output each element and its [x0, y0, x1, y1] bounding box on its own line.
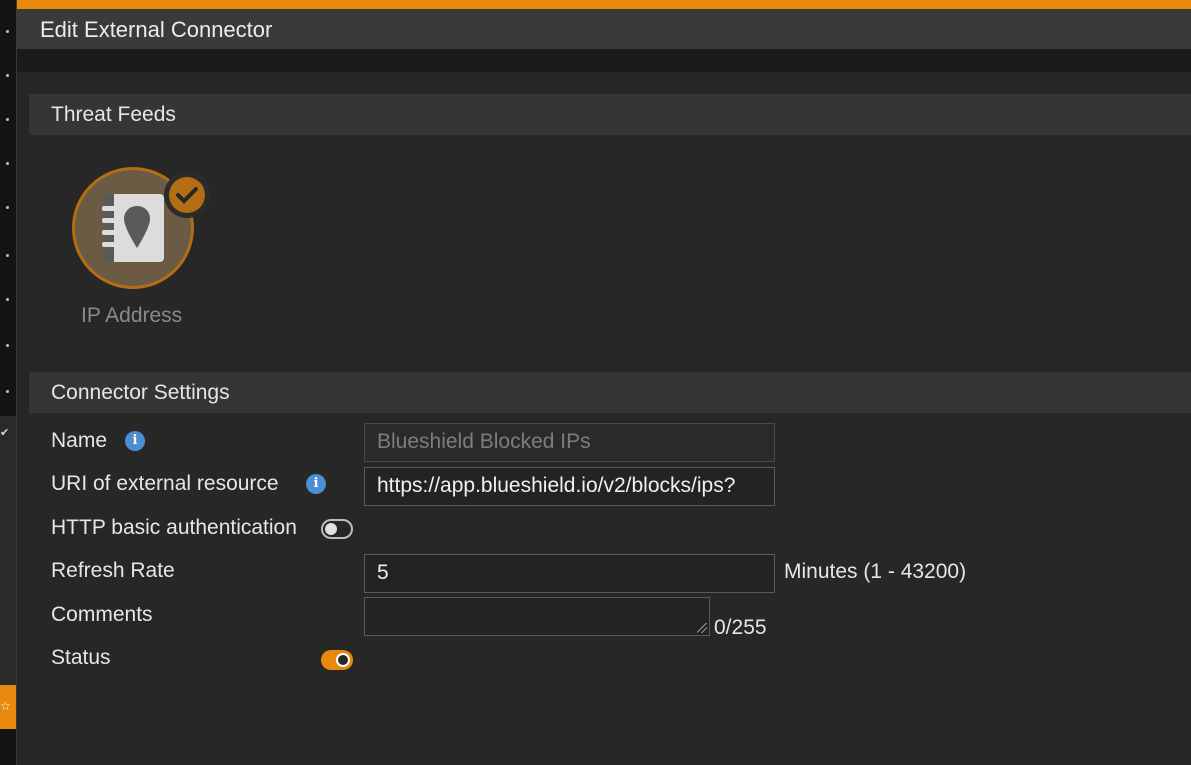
comments-textarea[interactable]	[364, 597, 710, 636]
section-title: Connector Settings	[51, 381, 230, 404]
uri-label: URI of external resource	[51, 472, 279, 495]
feed-label: IP Address	[81, 304, 183, 327]
nav-dot[interactable]	[6, 74, 9, 77]
dialog-title: Edit External Connector	[40, 17, 273, 42]
http-auth-toggle[interactable]	[321, 519, 353, 539]
comments-counter: 0/255	[714, 616, 767, 639]
nav-dot[interactable]	[6, 390, 9, 393]
title-separator	[17, 49, 1191, 72]
nav-dot[interactable]	[6, 344, 9, 347]
nav-active-tab[interactable]: ☆	[0, 685, 16, 729]
dialog-body	[29, 72, 1191, 765]
resize-grip-icon[interactable]	[697, 623, 707, 633]
nav-selected-area	[0, 416, 16, 686]
info-icon[interactable]: i	[306, 474, 326, 494]
threat-feeds-header: Threat Feeds	[29, 94, 1191, 135]
connector-settings-header: Connector Settings	[29, 372, 1191, 413]
comments-label: Comments	[51, 603, 153, 626]
nav-dot[interactable]	[6, 30, 9, 33]
section-title: Threat Feeds	[51, 103, 176, 126]
star-icon: ☆	[0, 699, 11, 713]
address-book-location-icon	[102, 194, 164, 262]
check-icon: ✔	[0, 427, 10, 439]
left-nav-strip: ✔ ☆	[0, 0, 16, 765]
refresh-rate-field[interactable]: 5	[364, 554, 775, 593]
nav-dot[interactable]	[6, 206, 9, 209]
nav-dot[interactable]	[6, 254, 9, 257]
http-auth-label: HTTP basic authentication	[51, 516, 297, 539]
nav-dot[interactable]	[6, 162, 9, 165]
name-field[interactable]: Blueshield Blocked IPs	[364, 423, 775, 462]
name-label: Name	[51, 429, 108, 452]
dialog-title-bar: Edit External Connector	[17, 9, 1191, 49]
status-label: Status	[51, 646, 111, 669]
refresh-rate-hint: Minutes (1 - 43200)	[784, 560, 967, 583]
nav-dot[interactable]	[6, 298, 9, 301]
status-toggle[interactable]	[321, 650, 353, 670]
refresh-rate-label: Refresh Rate	[51, 559, 175, 582]
selected-check-icon	[164, 172, 210, 218]
uri-field[interactable]: https://app.blueshield.io/v2/blocks/ips?	[364, 467, 775, 506]
info-icon[interactable]: i	[125, 431, 145, 451]
accent-bar	[17, 0, 1191, 9]
divider	[16, 0, 17, 765]
nav-dot[interactable]	[6, 118, 9, 121]
